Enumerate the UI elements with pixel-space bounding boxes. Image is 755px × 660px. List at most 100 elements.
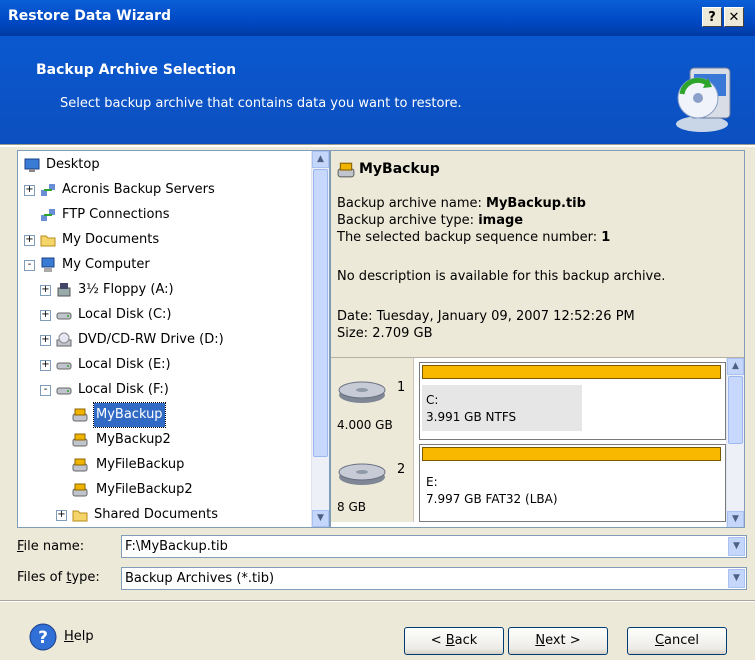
archive-name-value: MyBackup.tib: [486, 196, 586, 211]
expand-icon[interactable]: +: [40, 360, 51, 371]
archive-title: MyBackup: [359, 161, 440, 177]
disk-number: 2: [397, 462, 406, 477]
expand-icon[interactable]: +: [40, 285, 51, 296]
tree-item-label: My Computer: [62, 257, 150, 272]
tree-item-label: My Documents: [62, 232, 160, 247]
expand-icon[interactable]: +: [40, 310, 51, 321]
archive-date: Date: Tuesday, January 09, 2007 12:52:26…: [337, 309, 635, 324]
drive-icon: [56, 387, 72, 395]
archive-name-label: Backup archive name:: [337, 196, 487, 211]
cancel-label-accel: C: [654, 633, 665, 648]
disk-scrollbar[interactable]: ▲ ▼: [726, 358, 744, 527]
backup-archive-icon: [337, 162, 355, 178]
disk-row[interactable]: 1 4.000 GB C: 3.991 GB NTFS: [331, 358, 726, 440]
tree-item-label: Local Disk (E:): [78, 357, 171, 372]
scroll-thumb[interactable]: [728, 376, 743, 444]
help-label-accel: H: [64, 629, 74, 644]
partition-block[interactable]: E: 7.997 GB FAT32 (LBA): [419, 444, 726, 522]
scroll-up-icon[interactable]: ▲: [727, 358, 744, 375]
archive-info-pane: MyBackup Backup archive name: MyBackup.t…: [330, 150, 745, 528]
scroll-thumb[interactable]: [313, 169, 328, 457]
hard-disk-icon: [338, 381, 386, 403]
disk-header: 1 4.000 GB: [331, 358, 414, 440]
close-button[interactable]: ✕: [724, 7, 744, 27]
back-label-text: ack: [454, 633, 478, 648]
scroll-down-icon[interactable]: ▼: [312, 510, 329, 527]
file-name-label-text: ile name:: [23, 539, 85, 554]
help-title-button[interactable]: ?: [702, 7, 722, 27]
folder-icon: [72, 510, 88, 522]
partition-block[interactable]: C: 3.991 GB NTFS: [419, 362, 726, 440]
tree-item-label: Local Disk (F:): [78, 382, 169, 397]
sequence-value: 1: [601, 230, 611, 245]
back-button[interactable]: < Back: [404, 627, 504, 655]
archive-description: No description is available for this bac…: [337, 269, 666, 284]
tree-item-label: Shared Documents: [94, 507, 219, 522]
network-servers-icon: [41, 184, 55, 196]
folder-tree[interactable]: Desktop + Acronis Backup Servers FTP Con…: [17, 150, 330, 528]
scroll-up-icon[interactable]: ▲: [312, 151, 329, 168]
expand-icon[interactable]: +: [40, 335, 51, 346]
sequence-line: The selected backup sequence number: 1: [337, 230, 610, 245]
backup-archive-icon: [72, 483, 88, 497]
svg-text:?: ?: [38, 628, 48, 648]
tree-item-label: 3½ Floppy (A:): [78, 282, 174, 297]
scroll-down-icon[interactable]: ▼: [727, 511, 744, 527]
tree-item-label: Acronis Backup Servers: [62, 182, 215, 197]
expand-icon[interactable]: +: [24, 235, 35, 246]
collapse-icon[interactable]: -: [24, 260, 35, 271]
archive-size: Size: 2.709 GB: [337, 326, 433, 341]
disk-row[interactable]: 2 8 GB E: 7.997 GB FAT32 (LBA): [331, 440, 726, 522]
back-label-prefix: <: [430, 633, 446, 648]
file-name-value: F:\MyBackup.tib: [125, 539, 228, 554]
folder-icon: [40, 235, 56, 247]
chevron-down-icon[interactable]: ▼: [728, 537, 745, 556]
window-title: Restore Data Wizard: [8, 8, 172, 24]
partition-letter: E:: [426, 475, 438, 489]
restore-wizard-icon: [676, 67, 731, 132]
wizard-header: Backup Archive Selection Select backup a…: [0, 36, 755, 144]
chevron-down-icon[interactable]: ▼: [728, 569, 745, 588]
wizard-window: Restore Data Wizard ? ✕ Backup Archive S…: [0, 0, 755, 660]
expand-icon[interactable]: +: [24, 185, 35, 196]
archive-type-label: Backup archive type:: [337, 213, 479, 228]
tree-item-label: MyFileBackup: [96, 457, 185, 472]
cancel-label-text: ancel: [664, 633, 700, 648]
header-divider: [0, 144, 755, 147]
disk-layout-panel: 1 4.000 GB C: 3.991 GB NTFS 2 8 GB E: 7.…: [331, 357, 744, 527]
help-label[interactable]: Help: [64, 629, 94, 644]
footer-divider: [0, 600, 755, 602]
file-type-value: Backup Archives (*.tib): [125, 571, 275, 586]
cdrom-icon: [56, 332, 72, 347]
tree-item-label: MyBackup2: [96, 432, 171, 447]
backup-archive-icon: [72, 433, 88, 447]
next-button[interactable]: Next >: [508, 627, 608, 655]
file-name-combo[interactable]: F:\MyBackup.tib ▼: [121, 535, 747, 558]
tree-scrollbar[interactable]: ▲ ▼: [311, 151, 329, 527]
ftp-icon: [41, 209, 55, 221]
expand-icon[interactable]: +: [56, 510, 67, 521]
tree-item-label: MyFileBackup2: [96, 482, 193, 497]
collapse-icon[interactable]: -: [40, 385, 51, 396]
backup-archive-icon: [72, 458, 88, 472]
disk-capacity: 4.000 GB: [337, 418, 393, 432]
title-bar[interactable]: Restore Data Wizard ? ✕: [0, 0, 755, 36]
disk-capacity: 8 GB: [337, 500, 366, 514]
partition-usage-box: [422, 385, 582, 431]
next-label-text: ext >: [545, 633, 581, 648]
drive-icon: [56, 362, 72, 370]
hard-disk-icon: [338, 463, 386, 485]
floppy-icon: [57, 283, 71, 297]
file-type-label-prefix: Files of: [17, 570, 67, 585]
back-label-accel: B: [445, 633, 455, 648]
drive-icon: [56, 312, 72, 320]
cancel-button[interactable]: Cancel: [627, 627, 727, 655]
file-type-combo[interactable]: Backup Archives (*.tib) ▼: [121, 567, 747, 590]
disk-number: 1: [397, 380, 406, 395]
tree-item-label: FTP Connections: [62, 207, 170, 222]
tree-item-label: Local Disk (C:): [78, 307, 172, 322]
tree-item-label-selected: MyBackup: [93, 402, 166, 428]
archive-type-line: Backup archive type: image: [337, 213, 523, 228]
help-icon[interactable]: ?: [28, 622, 58, 652]
partition-letter: C:: [426, 393, 439, 407]
